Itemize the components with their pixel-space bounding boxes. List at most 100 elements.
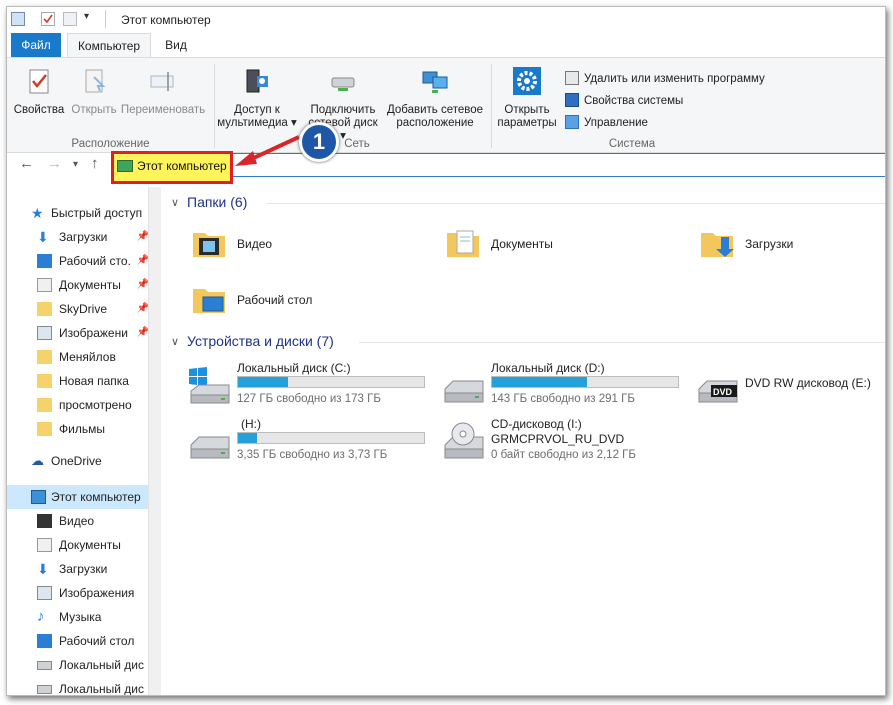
gear-icon (513, 67, 541, 95)
nav-item-downloads[interactable]: ⬇ Загрузки 📌 (7, 225, 153, 249)
nav-item-pictures[interactable]: Изображени 📌 (7, 321, 153, 345)
star-icon: ★ (31, 205, 44, 221)
forward-arrow-icon[interactable]: → (47, 155, 62, 172)
ribbon-tabs: Файл Компьютер Вид (7, 33, 885, 57)
desktop-folder-icon (193, 289, 225, 313)
nav-scrollbar[interactable] (148, 187, 161, 695)
cloud-icon: ☁ (31, 453, 44, 468)
nav-quick-access[interactable]: ★ Быстрый доступ (7, 201, 153, 225)
download-arrow-icon: ⬇ (37, 561, 49, 577)
tab-file[interactable]: Файл (11, 33, 61, 57)
up-arrow-icon[interactable]: ↑ (91, 155, 99, 172)
nav-this-pc[interactable]: Этот компьютер (7, 485, 153, 509)
program-icon (565, 71, 579, 85)
nav-item-folder[interactable]: просмотрено (7, 393, 153, 417)
dvd-drive-icon (698, 380, 738, 403)
desktop-icon (37, 254, 52, 268)
step-callout: 1 (299, 122, 339, 162)
nav-pc-videos[interactable]: Видео (7, 509, 153, 533)
open-settings-button[interactable]: Открыть параметры (495, 66, 559, 130)
group-network-label: Сеть (344, 138, 370, 150)
drive-icon (444, 380, 484, 403)
folder-icon (37, 398, 52, 412)
properties-icon[interactable] (41, 12, 55, 26)
documents-icon (37, 538, 52, 552)
nav-pc-music[interactable]: ♪ Музыка (7, 605, 153, 629)
nav-pc-local-disk[interactable]: Локальный дис (7, 653, 153, 677)
folder-icon (37, 422, 52, 436)
video-folder-icon (193, 233, 225, 257)
system-properties-icon (565, 93, 579, 107)
downloads-folder-icon (701, 233, 734, 257)
title-bar: ▾ Этот компьютер (7, 7, 885, 33)
folder-icon (37, 350, 52, 364)
network-drive-icon (331, 77, 355, 91)
back-arrow-icon[interactable]: ← (19, 155, 34, 172)
dvd-label: DVD (713, 387, 733, 397)
drive-icon (37, 685, 52, 694)
documents-icon (37, 278, 52, 292)
this-pc-icon (117, 160, 133, 172)
new-folder-icon[interactable] (63, 12, 77, 26)
properties-button[interactable]: Свойства (11, 66, 67, 117)
drive-icon (190, 436, 230, 459)
nav-pc-downloads[interactable]: ⬇ Загрузки (7, 557, 153, 581)
rename-button[interactable]: Переименовать (119, 66, 207, 117)
drive-usage-bar (237, 376, 425, 388)
system-properties-button[interactable]: Свойства системы (565, 92, 683, 110)
explorer-window: ▾ Этот компьютер Файл Компьютер Вид Свой… (6, 6, 886, 696)
desktop-icon (37, 634, 52, 648)
annotation-arrow-icon (235, 135, 300, 166)
navigation-pane: ★ Быстрый доступ ⬇ Загрузки 📌 Рабочий сто… (7, 187, 162, 695)
computer-icon (11, 12, 25, 26)
open-button[interactable]: Открыть (67, 66, 121, 117)
group-system-label: Система (608, 138, 656, 150)
nav-item-desktop[interactable]: Рабочий сто. 📌 (7, 249, 153, 273)
nav-pc-local-disk[interactable]: Локальный дис (7, 677, 153, 695)
music-note-icon: ♪ (37, 608, 45, 625)
cd-drive-icon (444, 422, 484, 459)
nav-item-folder[interactable]: Фильмы (7, 417, 153, 441)
address-path[interactable]: Этот компьютер (137, 159, 227, 173)
nav-onedrive[interactable]: ☁ OneDrive (7, 449, 153, 473)
quick-access-dropdown-icon[interactable]: ▾ (84, 11, 89, 22)
recent-locations-icon[interactable]: ▾ (73, 159, 78, 170)
uninstall-program-button[interactable]: Удалить или изменить программу (565, 70, 765, 88)
download-arrow-icon: ⬇ (37, 229, 49, 245)
collapse-devices-icon[interactable]: ∨ (171, 335, 179, 348)
manage-button[interactable]: Управление (565, 114, 648, 132)
folder-icon (37, 374, 52, 388)
collapse-folders-icon[interactable]: ∨ (171, 196, 179, 209)
video-icon (37, 514, 52, 528)
properties-icon (29, 69, 49, 94)
nav-item-folder[interactable]: Новая папка (7, 369, 153, 393)
media-access-button[interactable]: Доступ к мультимедиа ▾ (217, 66, 297, 130)
open-icon (85, 69, 106, 93)
nav-pc-pictures[interactable]: Изображения (7, 581, 153, 605)
nav-pc-documents[interactable]: Документы (7, 533, 153, 557)
pictures-icon (37, 326, 52, 340)
group-location-label: Расположение (71, 138, 150, 150)
drive-usage-bar (237, 432, 425, 444)
folders-header[interactable]: Папки (6) (187, 194, 247, 210)
window-title: Этот компьютер (121, 13, 211, 27)
tab-view[interactable]: Вид (157, 33, 195, 57)
nav-item-folder[interactable]: Меняйлов (7, 345, 153, 369)
rename-icon (150, 72, 174, 91)
drive-usage-bar (491, 376, 679, 388)
documents-folder-icon (447, 230, 479, 257)
devices-header[interactable]: Устройства и диски (7) (187, 333, 334, 349)
tab-computer[interactable]: Компьютер (67, 33, 151, 57)
nav-item-skydrive[interactable]: SkyDrive 📌 (7, 297, 153, 321)
computer-management-icon (565, 115, 579, 129)
folder-icon (37, 302, 52, 316)
windows-drive-icon (189, 367, 230, 404)
nav-pc-desktop[interactable]: Рабочий стол (7, 629, 153, 653)
drive-icon (37, 661, 52, 670)
ribbon: Свойства Открыть Переименовать Расположе… (7, 57, 885, 153)
network-location-icon (422, 71, 448, 93)
nav-item-documents[interactable]: Документы 📌 (7, 273, 153, 297)
add-network-location-button[interactable]: Добавить сетевое расположение (385, 66, 485, 130)
this-pc-icon (31, 490, 46, 504)
pictures-icon (37, 586, 52, 600)
